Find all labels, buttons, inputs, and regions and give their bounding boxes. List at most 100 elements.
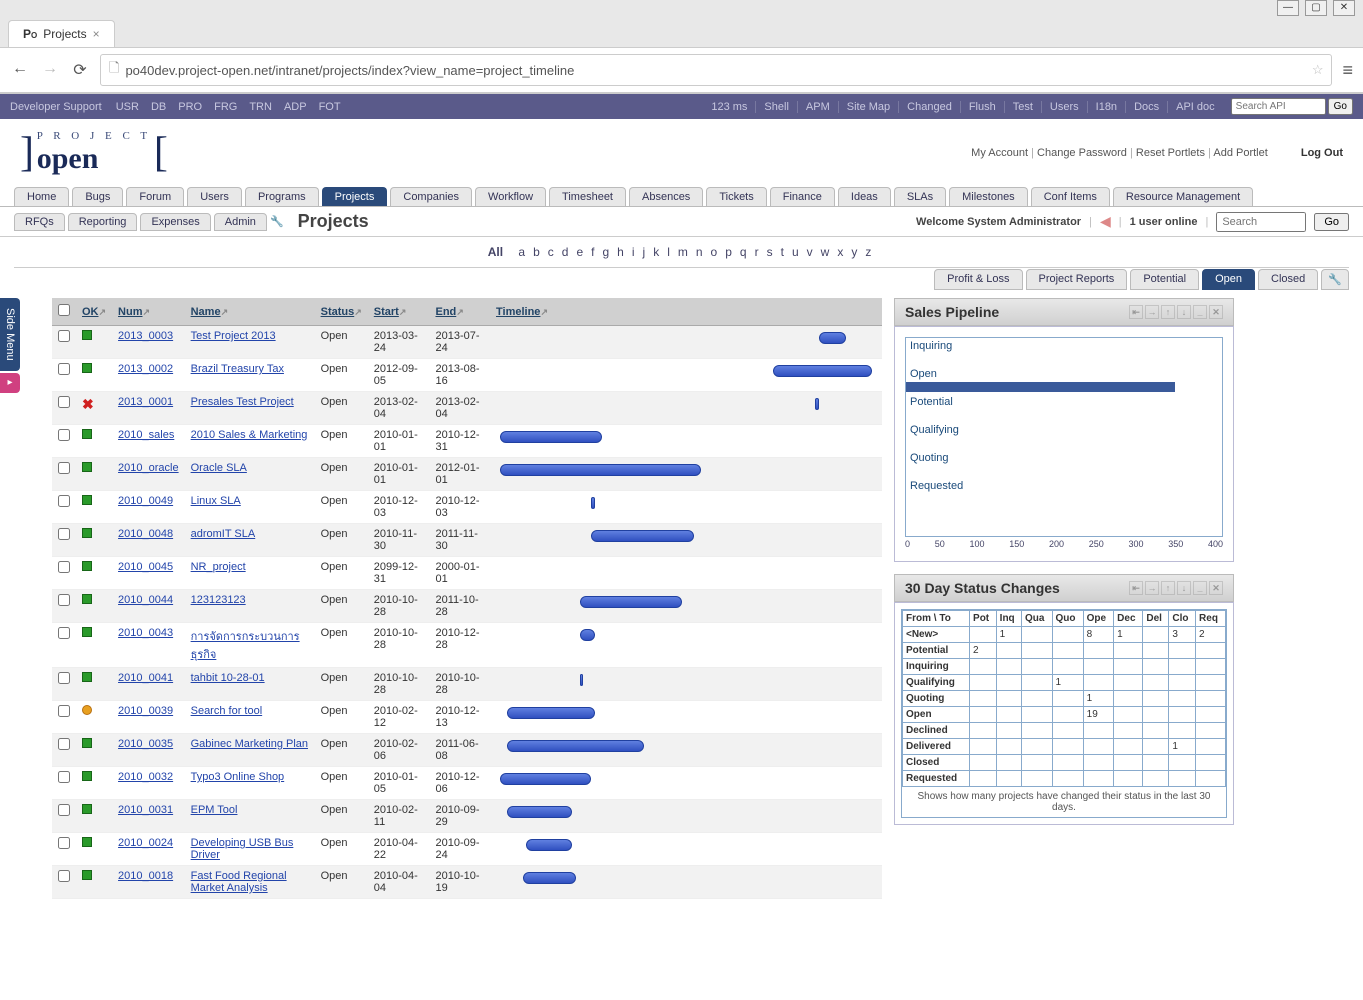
project-name-link[interactable]: EPM Tool	[191, 804, 238, 816]
main-tab-users[interactable]: Users	[187, 187, 242, 206]
dev-link[interactable]: Changed	[898, 101, 960, 113]
dev-link-frg[interactable]: FRG	[214, 101, 237, 113]
window-minimize[interactable]: —	[1277, 0, 1299, 16]
project-num-link[interactable]: 2010_0041	[118, 672, 173, 684]
alpha-a[interactable]: a	[518, 245, 525, 259]
alpha-g[interactable]: g	[602, 245, 609, 259]
dev-link-trn[interactable]: TRN	[249, 101, 272, 113]
side-menu-expand-icon[interactable]: ▸	[0, 373, 20, 393]
main-tab-home[interactable]: Home	[14, 187, 69, 206]
account-link[interactable]: Reset Portlets	[1136, 147, 1205, 159]
search-api-input[interactable]	[1231, 98, 1326, 115]
bookmark-star-icon[interactable]: ☆	[1312, 62, 1324, 78]
col-ok[interactable]: OK↗	[76, 298, 112, 326]
sub-tab-reporting[interactable]: Reporting	[68, 213, 138, 231]
search-api-go-button[interactable]: Go	[1328, 98, 1353, 115]
alpha-j[interactable]: j	[643, 245, 646, 259]
col-end[interactable]: End↗	[429, 298, 490, 326]
main-tab-absences[interactable]: Absences	[629, 187, 703, 206]
main-tab-finance[interactable]: Finance	[770, 187, 835, 206]
row-checkbox[interactable]	[58, 363, 70, 375]
project-num-link[interactable]: 2010_0049	[118, 495, 173, 507]
col-start[interactable]: Start↗	[368, 298, 430, 326]
project-num-link[interactable]: 2013_0001	[118, 396, 173, 408]
row-checkbox[interactable]	[58, 462, 70, 474]
project-name-link[interactable]: tahbit 10-28-01	[191, 672, 265, 684]
users-online[interactable]: 1 user online	[1130, 216, 1198, 228]
row-checkbox[interactable]	[58, 429, 70, 441]
alpha-s[interactable]: s	[767, 245, 773, 259]
account-link[interactable]: Change Password	[1037, 147, 1127, 159]
main-tab-forum[interactable]: Forum	[126, 187, 184, 206]
main-tab-workflow[interactable]: Workflow	[475, 187, 546, 206]
dev-link[interactable]: I18n	[1087, 101, 1125, 113]
alpha-m[interactable]: m	[678, 245, 688, 259]
main-tab-timesheet[interactable]: Timesheet	[549, 187, 626, 206]
window-maximize[interactable]: ▢	[1305, 0, 1327, 16]
col-name[interactable]: Name↗	[185, 298, 315, 326]
account-link[interactable]: Add Portlet	[1213, 147, 1267, 159]
dev-link[interactable]: APM	[797, 101, 838, 113]
site-search-input[interactable]	[1216, 212, 1306, 232]
row-checkbox[interactable]	[58, 528, 70, 540]
alpha-x[interactable]: x	[837, 245, 843, 259]
main-tab-slas[interactable]: SLAs	[894, 187, 946, 206]
row-checkbox[interactable]	[58, 561, 70, 573]
alpha-u[interactable]: u	[792, 245, 799, 259]
logo[interactable]: ] P R O J E C T open [	[20, 129, 168, 177]
browser-menu-icon[interactable]: ≡	[1342, 60, 1353, 81]
project-name-link[interactable]: Linux SLA	[191, 495, 241, 507]
browser-tab[interactable]: PO Projects ×	[8, 20, 115, 47]
project-num-link[interactable]: 2010_0031	[118, 804, 173, 816]
main-tab-resource-management[interactable]: Resource Management	[1113, 187, 1253, 206]
project-num-link[interactable]: 2013_0003	[118, 330, 173, 342]
alpha-n[interactable]: n	[696, 245, 703, 259]
main-tab-projects[interactable]: Projects	[322, 187, 388, 206]
alpha-f[interactable]: f	[591, 245, 594, 259]
project-name-link[interactable]: NR_project	[191, 561, 246, 573]
dev-link[interactable]: Shell	[755, 101, 796, 113]
row-checkbox[interactable]	[58, 495, 70, 507]
dev-link[interactable]: 123 ms	[703, 101, 755, 113]
project-name-link[interactable]: Gabinec Marketing Plan	[191, 738, 308, 750]
dev-link[interactable]: Flush	[960, 101, 1004, 113]
project-num-link[interactable]: 2013_0002	[118, 363, 173, 375]
view-tab-closed[interactable]: Closed	[1258, 269, 1318, 290]
project-num-link[interactable]: 2010_0043	[118, 627, 173, 639]
notification-icon[interactable]: ◀	[1100, 213, 1111, 230]
alpha-y[interactable]: y	[851, 245, 857, 259]
url-input[interactable]: 🗋 po40dev.project-open.net/intranet/proj…	[100, 54, 1332, 86]
alpha-l[interactable]: l	[667, 245, 670, 259]
project-name-link[interactable]: Developing USB Bus Driver	[191, 837, 294, 861]
project-name-link[interactable]: 123123123	[191, 594, 246, 606]
project-name-link[interactable]: Oracle SLA	[191, 462, 247, 474]
dev-link[interactable]: API doc	[1167, 101, 1223, 113]
project-num-link[interactable]: 2010_0045	[118, 561, 173, 573]
project-name-link[interactable]: adromIT SLA	[191, 528, 256, 540]
side-menu-toggle[interactable]: Side Menu	[0, 298, 20, 371]
project-name-link[interactable]: Search for tool	[191, 705, 263, 717]
view-gear-icon[interactable]: 🔧	[1321, 269, 1349, 290]
project-num-link[interactable]: 2010_0024	[118, 837, 173, 849]
subtab-gear-icon[interactable]: 🔧	[270, 215, 284, 228]
project-num-link[interactable]: 2010_0032	[118, 771, 173, 783]
sub-tab-admin[interactable]: Admin	[214, 213, 267, 231]
project-name-link[interactable]: การจัดการกระบวนการธุรกิจ	[191, 631, 300, 661]
alpha-w[interactable]: w	[821, 245, 830, 259]
col-timeline[interactable]: Timeline↗	[490, 298, 882, 326]
view-tab-project-reports[interactable]: Project Reports	[1026, 269, 1128, 290]
alpha-t[interactable]: t	[781, 245, 784, 259]
dev-link-db[interactable]: DB	[151, 101, 166, 113]
project-num-link[interactable]: 2010_oracle	[118, 462, 179, 474]
row-checkbox[interactable]	[58, 738, 70, 750]
alpha-v[interactable]: v	[807, 245, 813, 259]
project-num-link[interactable]: 2010_sales	[118, 429, 174, 441]
portlet-controls[interactable]: ⇤→↑↓_✕	[1129, 581, 1223, 595]
alpha-d[interactable]: d	[562, 245, 569, 259]
logout-link[interactable]: Log Out	[1301, 147, 1343, 159]
alpha-i[interactable]: i	[632, 245, 635, 259]
alpha-o[interactable]: o	[711, 245, 718, 259]
view-tab-potential[interactable]: Potential	[1130, 269, 1199, 290]
project-name-link[interactable]: Fast Food Regional Market Analysis	[191, 870, 287, 894]
main-tab-bugs[interactable]: Bugs	[72, 187, 123, 206]
